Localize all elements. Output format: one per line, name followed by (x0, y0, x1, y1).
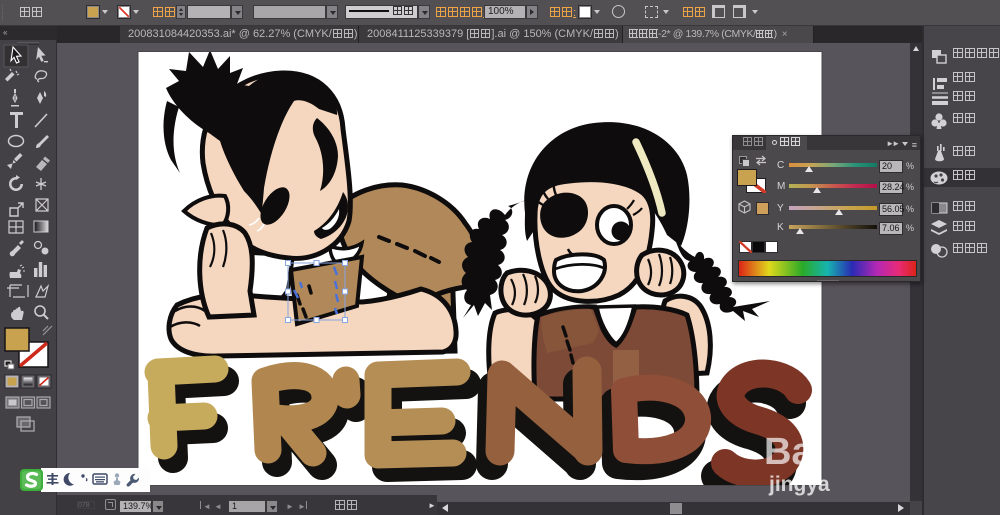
svg-text:jingya: jingya (768, 473, 830, 496)
svg-text:Ba: Ba (764, 431, 813, 473)
